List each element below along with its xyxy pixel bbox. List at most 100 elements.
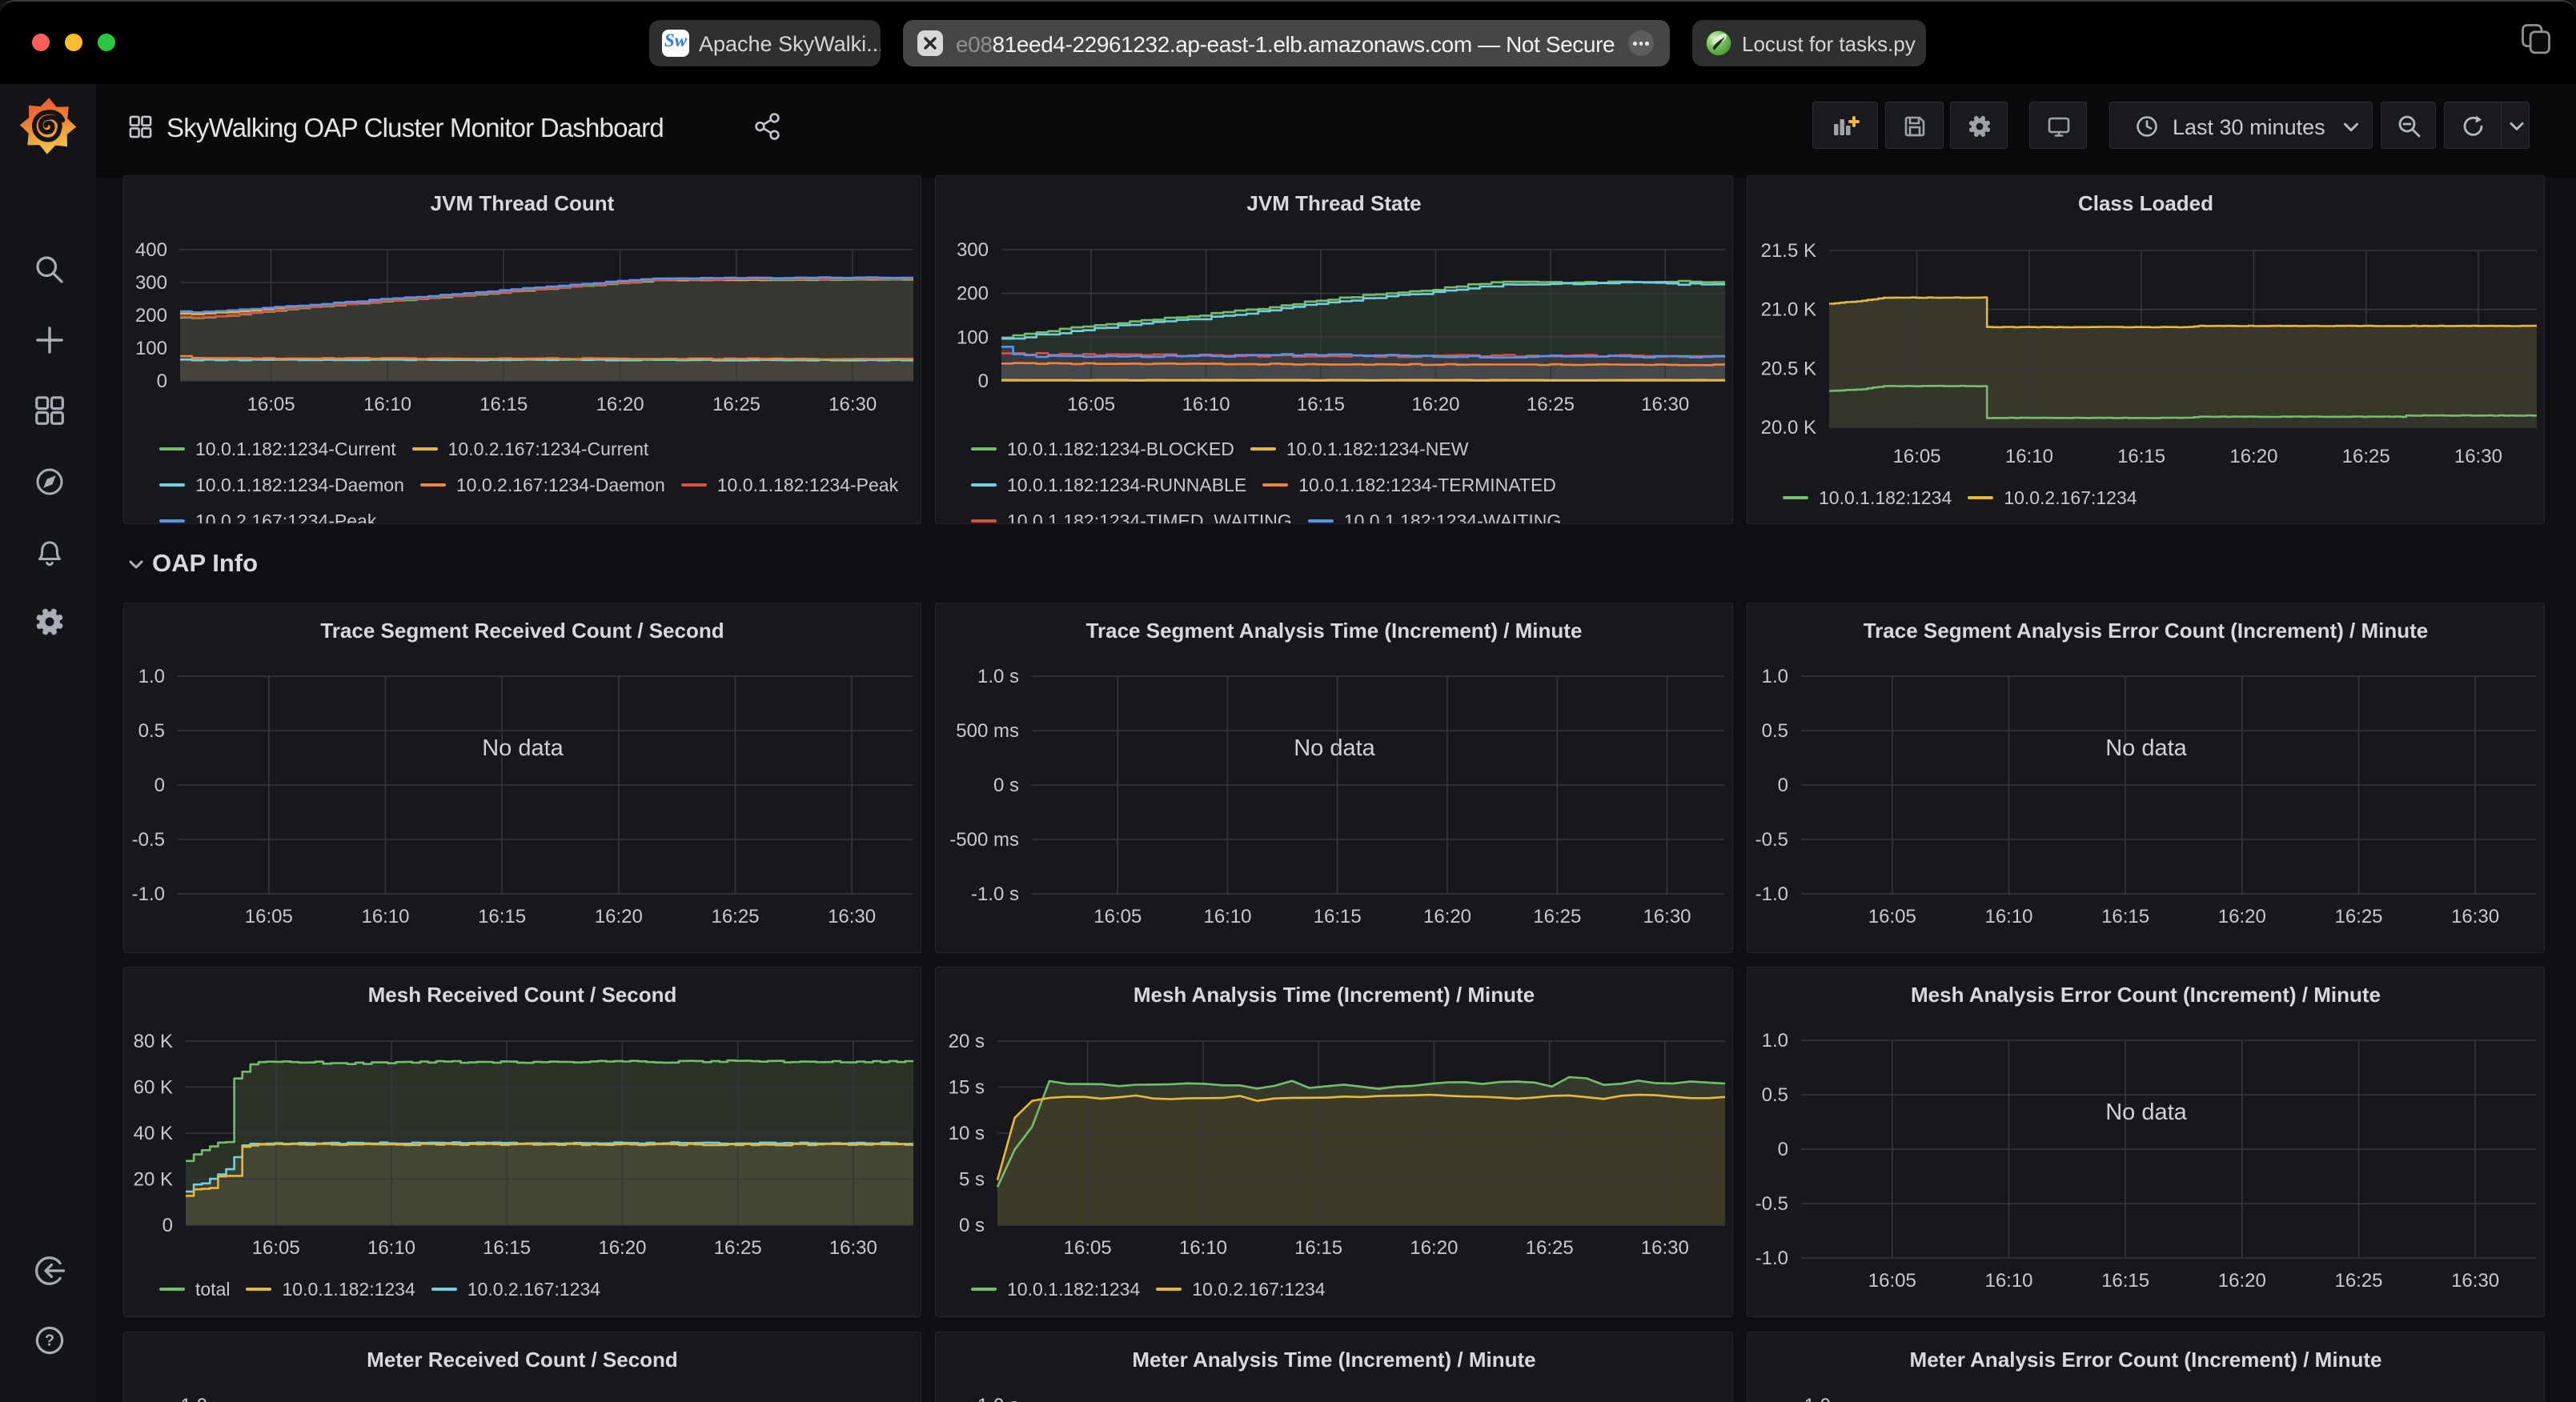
svg-text:16:10: 16:10 [363, 394, 411, 415]
svg-text:20 s: 20 s [949, 1031, 985, 1052]
svg-text:0: 0 [157, 371, 167, 392]
svg-text:1.0 s: 1.0 s [977, 1395, 1019, 1402]
svg-text:0 s: 0 s [959, 1215, 985, 1236]
svg-text:16:10: 16:10 [1984, 1270, 2032, 1292]
svg-text:16:20: 16:20 [2229, 446, 2277, 467]
svg-text:16:30: 16:30 [1641, 394, 1689, 415]
svg-text:16:30: 16:30 [2451, 906, 2499, 927]
svg-text:400: 400 [135, 239, 167, 261]
svg-text:1.0 s: 1.0 s [977, 666, 1019, 687]
svg-text:21.5 K: 21.5 K [1761, 240, 1816, 262]
svg-text:16:10: 16:10 [1203, 906, 1251, 927]
svg-text:-1.0: -1.0 [132, 883, 165, 905]
svg-text:No data: No data [1294, 735, 1375, 761]
svg-text:16:05: 16:05 [1093, 906, 1142, 927]
svg-text:16:20: 16:20 [2218, 906, 2266, 927]
svg-text:20.0 K: 20.0 K [1761, 417, 1816, 439]
svg-text:100: 100 [957, 326, 989, 348]
svg-text:16:10: 16:10 [367, 1237, 415, 1259]
svg-text:16:05: 16:05 [1064, 1237, 1112, 1259]
svg-text:100: 100 [135, 338, 167, 359]
svg-text:No data: No data [2105, 735, 2187, 761]
svg-text:40 K: 40 K [134, 1123, 173, 1144]
svg-text:16:20: 16:20 [596, 394, 644, 415]
svg-text:16:15: 16:15 [1297, 394, 1345, 415]
svg-text:20 K: 20 K [134, 1169, 173, 1191]
svg-text:0: 0 [163, 1215, 173, 1236]
svg-text:0: 0 [978, 371, 989, 392]
svg-text:16:20: 16:20 [598, 1237, 646, 1259]
svg-text:1.0: 1.0 [138, 666, 165, 687]
svg-text:16:05: 16:05 [252, 1237, 300, 1259]
svg-text:1.0: 1.0 [181, 1395, 207, 1402]
svg-text:0.5: 0.5 [1762, 720, 1788, 742]
svg-text:80 K: 80 K [134, 1031, 173, 1052]
svg-text:16:30: 16:30 [1643, 906, 1691, 927]
svg-text:60 K: 60 K [134, 1077, 173, 1099]
svg-text:300: 300 [135, 272, 167, 294]
svg-text:16:10: 16:10 [2005, 446, 2053, 467]
svg-text:16:25: 16:25 [714, 1237, 762, 1259]
svg-text:-0.5: -0.5 [1755, 1193, 1788, 1215]
svg-text:16:05: 16:05 [1067, 394, 1115, 415]
svg-text:16:20: 16:20 [1411, 394, 1459, 415]
svg-text:16:05: 16:05 [247, 394, 295, 415]
svg-text:20.5 K: 20.5 K [1761, 358, 1816, 379]
svg-text:16:30: 16:30 [829, 1237, 877, 1259]
svg-text:16:25: 16:25 [711, 906, 759, 927]
svg-text:0.5: 0.5 [138, 720, 165, 742]
svg-text:No data: No data [2105, 1100, 2187, 1125]
svg-text:200: 200 [957, 283, 989, 305]
svg-text:200: 200 [135, 305, 167, 326]
svg-text:-0.5: -0.5 [1755, 829, 1788, 851]
svg-text:15 s: 15 s [949, 1077, 985, 1099]
svg-text:16:30: 16:30 [828, 906, 876, 927]
svg-text:21.0 K: 21.0 K [1761, 299, 1816, 321]
svg-text:16:15: 16:15 [2117, 446, 2165, 467]
svg-text:16:10: 16:10 [1182, 394, 1230, 415]
svg-text:300: 300 [957, 239, 989, 261]
svg-text:16:20: 16:20 [1410, 1237, 1458, 1259]
svg-text:16:30: 16:30 [2454, 446, 2502, 467]
svg-text:16:25: 16:25 [2342, 446, 2390, 467]
svg-text:0: 0 [154, 775, 165, 796]
svg-text:16:05: 16:05 [245, 906, 293, 927]
svg-text:10 s: 10 s [949, 1123, 985, 1144]
svg-text:16:10: 16:10 [1984, 906, 2032, 927]
svg-text:16:25: 16:25 [2334, 1270, 2382, 1292]
svg-text:16:15: 16:15 [1294, 1237, 1342, 1259]
svg-text:16:20: 16:20 [2218, 1270, 2266, 1292]
svg-text:1.0: 1.0 [1762, 1030, 1788, 1052]
svg-text:16:10: 16:10 [361, 906, 409, 927]
svg-text:16:20: 16:20 [1423, 906, 1471, 927]
svg-text:0 s: 0 s [993, 775, 1019, 796]
svg-text:0: 0 [1778, 1139, 1788, 1160]
svg-text:?: ? [45, 1332, 54, 1349]
svg-text:0.5: 0.5 [1762, 1084, 1788, 1106]
svg-text:16:20: 16:20 [595, 906, 643, 927]
svg-text:16:25: 16:25 [1526, 1237, 1574, 1259]
svg-text:-1.0: -1.0 [1755, 883, 1788, 905]
svg-text:-0.5: -0.5 [132, 829, 165, 851]
svg-text:16:05: 16:05 [1868, 1270, 1916, 1292]
svg-text:16:05: 16:05 [1893, 446, 1941, 467]
svg-text:16:05: 16:05 [1868, 906, 1916, 927]
svg-text:1.0: 1.0 [1804, 1395, 1831, 1402]
svg-text:16:15: 16:15 [483, 1237, 531, 1259]
svg-text:16:15: 16:15 [1314, 906, 1362, 927]
svg-text:5 s: 5 s [959, 1169, 985, 1191]
svg-text:16:25: 16:25 [712, 394, 760, 415]
svg-text:16:25: 16:25 [2334, 906, 2382, 927]
svg-text:1.0: 1.0 [1762, 666, 1788, 687]
svg-text:16:15: 16:15 [2101, 906, 2149, 927]
svg-text:-1.0 s: -1.0 s [971, 883, 1019, 905]
svg-text:16:15: 16:15 [2101, 1270, 2149, 1292]
svg-text:16:15: 16:15 [479, 394, 528, 415]
svg-text:500 ms: 500 ms [956, 720, 1019, 742]
svg-text:16:30: 16:30 [2451, 1270, 2499, 1292]
svg-text:16:25: 16:25 [1527, 394, 1575, 415]
svg-text:-500 ms: -500 ms [949, 829, 1019, 851]
svg-text:0: 0 [1778, 775, 1788, 796]
svg-text:16:25: 16:25 [1533, 906, 1581, 927]
svg-text:16:30: 16:30 [1641, 1237, 1689, 1259]
